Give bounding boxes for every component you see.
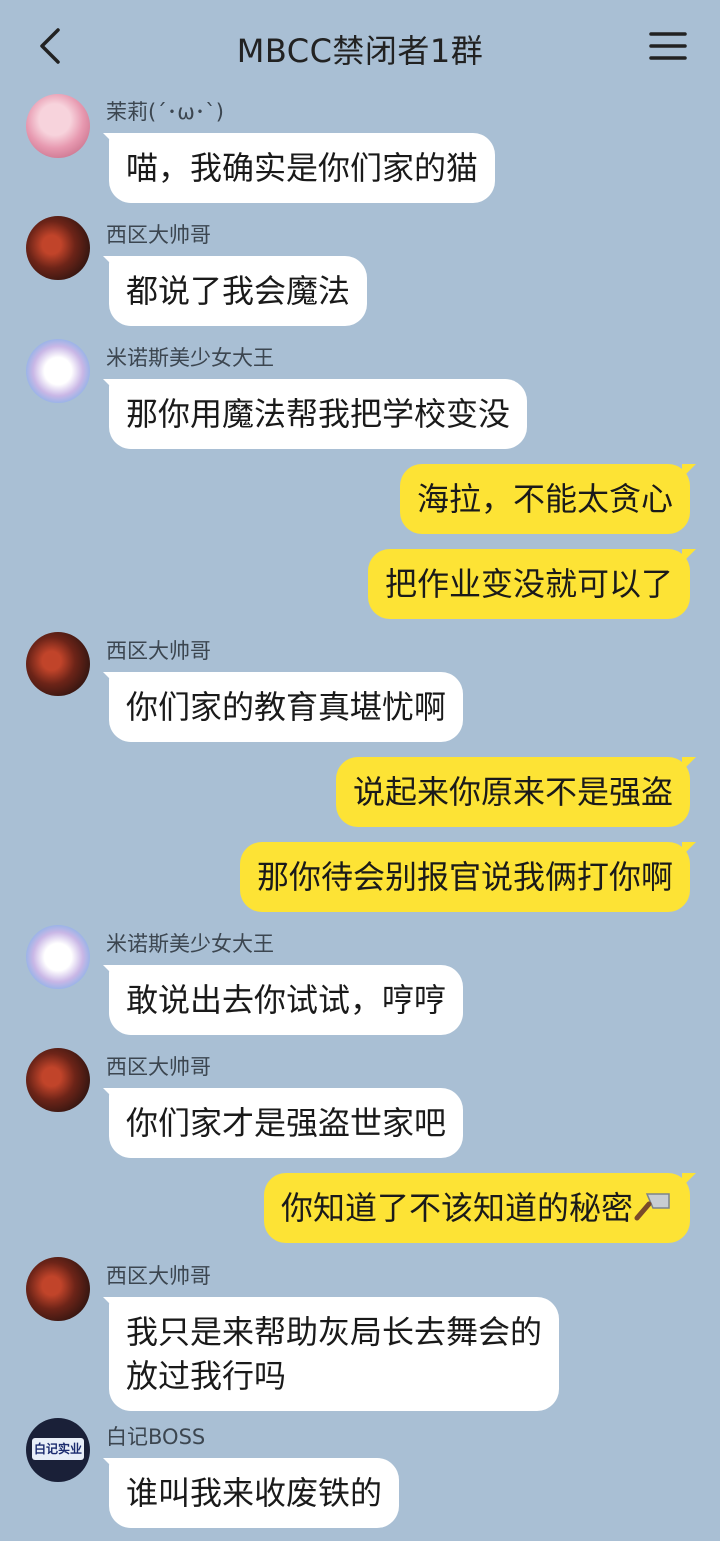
sender-name: 米诺斯美少女大王: [106, 346, 274, 370]
message-bubble-incoming[interactable]: 都说了我会魔法: [102, 256, 368, 326]
cleaver-knife-icon: [634, 1193, 670, 1221]
message-bubble-incoming[interactable]: 谁叫我来收废铁的: [102, 1458, 400, 1528]
sender-name: 白记BOSS: [106, 1425, 206, 1449]
sender-name: 西区大帅哥: [106, 223, 211, 247]
top-bar: MBCC禁闭者1群: [0, 0, 720, 90]
message-bubble-outgoing[interactable]: 说起来你原来不是强盗: [335, 757, 697, 827]
message-bubble-incoming[interactable]: 我只是来帮助灰局长去舞会的 放过我行吗: [102, 1297, 560, 1411]
message-text: 你知道了不该知道的秘密: [280, 1189, 633, 1227]
hamburger-menu-icon[interactable]: [648, 28, 688, 64]
message-bubble-outgoing[interactable]: 那你待会别报官说我俩打你啊: [239, 842, 697, 912]
sender-name: 米诺斯美少女大王: [106, 932, 274, 956]
message-bubble-incoming[interactable]: 喵，我确实是你们家的猫: [102, 133, 496, 203]
message-bubble-outgoing[interactable]: 海拉，不能太贪心: [399, 464, 697, 534]
sender-name: 西区大帅哥: [106, 1264, 211, 1288]
avatar-moli[interactable]: [26, 94, 90, 158]
message-line: 放过我行吗: [126, 1357, 287, 1395]
sender-name: 西区大帅哥: [106, 1055, 211, 1079]
message-bubble-incoming[interactable]: 你们家的教育真堪忧啊: [102, 672, 464, 742]
avatar-xiqu[interactable]: [26, 632, 90, 696]
message-bubble-outgoing[interactable]: 把作业变没就可以了: [367, 549, 697, 619]
avatar-baiji[interactable]: 白记实业: [26, 1418, 90, 1482]
avatar-xiqu[interactable]: [26, 1257, 90, 1321]
message-bubble-incoming[interactable]: 敢说出去你试试，哼哼: [102, 965, 464, 1035]
message-bubble-incoming[interactable]: 你们家才是强盗世家吧: [102, 1088, 464, 1158]
sender-name: 茉莉(´･ω･`): [106, 100, 224, 124]
message-bubble-incoming[interactable]: 那你用魔法帮我把学校变没: [102, 379, 528, 449]
avatar-logo-text: 白记实业: [32, 1438, 84, 1460]
avatar-xiqu[interactable]: [26, 216, 90, 280]
chat-title: MBCC禁闭者1群: [236, 32, 484, 70]
avatar-minos[interactable]: [26, 339, 90, 403]
sender-name: 西区大帅哥: [106, 639, 211, 663]
message-line: 我只是来帮助灰局长去舞会的: [126, 1313, 543, 1351]
message-bubble-outgoing[interactable]: 你知道了不该知道的秘密: [263, 1173, 697, 1243]
avatar-minos[interactable]: [26, 925, 90, 989]
avatar-xiqu[interactable]: [26, 1048, 90, 1112]
